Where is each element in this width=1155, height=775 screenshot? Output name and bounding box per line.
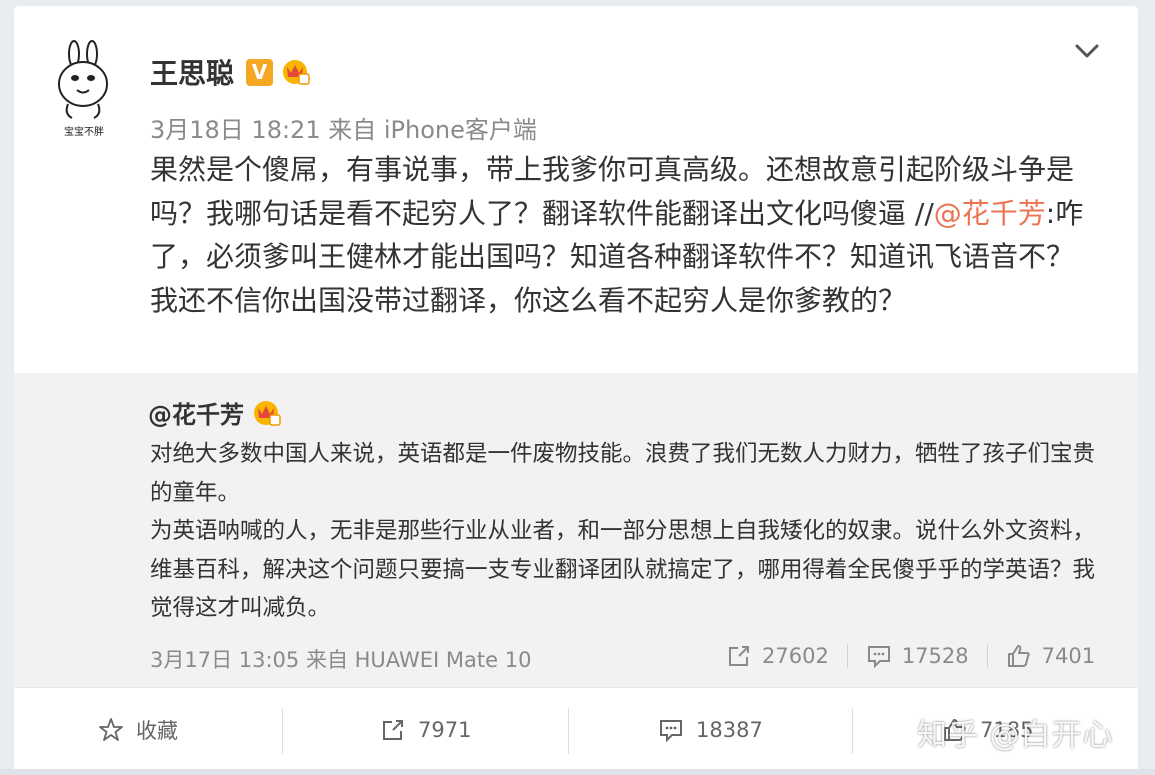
vip-crown-icon xyxy=(281,58,311,86)
comment-count: 18387 xyxy=(696,718,763,742)
comment-icon xyxy=(660,720,682,743)
author-name-row: 王思聪 V xyxy=(150,52,311,92)
repost-author[interactable]: @花千芳 xyxy=(148,395,244,430)
repost-author-row: @花千芳 xyxy=(148,395,282,430)
more-options-chevron-icon[interactable] xyxy=(1072,36,1102,66)
repost-meta: 3月17日 13:05 来自 HUAWEI Mate 10 xyxy=(150,648,532,672)
bottom-action-bar: 收藏 7971 18387 7185 知乎 @白开心 xyxy=(14,687,1138,775)
author-name[interactable]: 王思聪 xyxy=(150,52,234,92)
repost-forward-button[interactable]: 27602 xyxy=(726,643,829,669)
forward-button[interactable]: 7971 xyxy=(380,712,471,748)
repost-block[interactable]: @花千芳 对绝大多数中国人来说，英语都是一件废物技能。浪费了我们无数人力财力，牺… xyxy=(14,373,1138,687)
divider xyxy=(282,708,283,754)
thumbs-up-icon xyxy=(1007,645,1030,667)
comment-button[interactable]: 18387 xyxy=(658,712,763,748)
repost-actions: 27602 17528 7401 xyxy=(726,638,1095,674)
favorite-button[interactable]: 收藏 xyxy=(98,712,178,748)
verified-badge-icon: V xyxy=(246,58,274,86)
avatar-bunny-icon xyxy=(58,40,108,119)
star-icon xyxy=(99,718,123,741)
post-meta: 3月18日 18:21 来自 iPhone客户端 xyxy=(150,116,537,144)
avatar-caption: 宝宝不胖 xyxy=(64,127,104,138)
forward-count: 7971 xyxy=(418,718,472,742)
repost-paragraph-2: 为英语呐喊的人，无非是那些行业从业者，和一部分思想上自我矮化的奴隶。说什么外文资… xyxy=(150,518,1096,621)
avatar[interactable]: 宝宝不胖 xyxy=(50,40,118,140)
comment-icon xyxy=(867,646,890,669)
divider xyxy=(568,708,569,754)
repost-vip-crown-icon xyxy=(252,399,282,427)
forward-icon xyxy=(729,646,749,666)
divider xyxy=(986,644,988,668)
zhihu-watermark: 知乎 @白开心 xyxy=(917,718,1114,753)
repost-comment-count: 17528 xyxy=(901,644,969,668)
repost-like-count: 7401 xyxy=(1041,644,1096,668)
favorite-label: 收藏 xyxy=(136,719,178,743)
bottom-edge xyxy=(0,769,1155,775)
repost-text: 对绝大多数中国人来说，英语都是一件废物技能。浪费了我们无数人力财力，牺牲了孩子们… xyxy=(150,435,1100,628)
divider xyxy=(846,644,848,668)
weibo-card: 宝宝不胖 王思聪 V 3月18日 18:21 来自 iPhone客户端 果然是个… xyxy=(14,6,1138,775)
repost-comment-button[interactable]: 17528 xyxy=(866,643,969,669)
repost-like-button[interactable]: 7401 xyxy=(1006,643,1095,669)
post-text: 果然是个傻屌，有事说事，带上我爹你可真高级。还想故意引起阶级斗争是吗？我哪句话是… xyxy=(150,148,1100,322)
divider xyxy=(852,708,853,754)
repost-paragraph-1: 对绝大多数中国人来说，英语都是一件废物技能。浪费了我们无数人力财力，牺牲了孩子们… xyxy=(150,441,1096,506)
forward-icon xyxy=(383,720,403,740)
mention-link[interactable]: @花千芳 xyxy=(934,197,1046,230)
repost-forward-count: 27602 xyxy=(762,644,829,668)
